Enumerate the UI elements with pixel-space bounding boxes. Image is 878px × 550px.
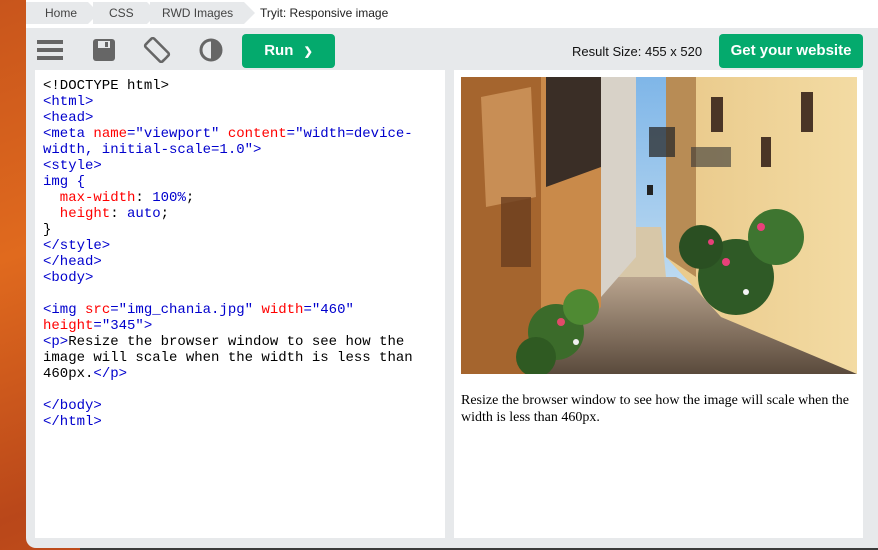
code-token: ; [160,206,170,222]
breadcrumb-css[interactable]: CSS [93,2,158,24]
code-token: : [110,206,128,222]
code-editor[interactable]: <!DOCTYPE html> <html> <head> <meta name… [35,70,445,538]
code-token: > [143,318,153,334]
code-line: </style> [43,238,111,254]
run-label: Run [264,42,294,59]
code-token: ="460" [303,302,354,318]
code-token: src [76,302,111,318]
code-token: <img [43,302,77,318]
breadcrumb-rwd-label: RWD Images [162,6,234,20]
code-token: > [253,142,262,158]
code-token: height [43,318,94,334]
run-button[interactable]: Run ❯ [242,34,335,68]
code-token: Resize the browser window to see how the [68,334,405,350]
code-token: : [135,190,153,206]
code-token: ="345" [93,318,144,334]
code-token: width [253,302,304,318]
rotate-icon[interactable] [143,36,171,64]
breadcrumb-current: Tryit: Responsive image [250,2,388,24]
code-token: ="viewport" [127,126,220,142]
code-token: ="img_chania.jpg" [110,302,254,318]
code-token: <meta [43,126,86,142]
code-text[interactable]: <!DOCTYPE html> <html> <head> <meta name… [43,78,439,430]
code-line: </body> [43,398,102,414]
tryit-window: Home CSS RWD Images Tryit: Responsive im… [26,0,878,548]
code-token: width, initial-scale=1.0" [43,142,254,158]
breadcrumb-css-label: CSS [109,6,134,20]
code-token: auto [127,206,161,222]
code-token: </p> [93,366,128,382]
breadcrumb: Home CSS RWD Images Tryit: Responsive im… [26,0,878,28]
code-line: </head> [43,254,102,270]
save-icon[interactable] [90,37,118,63]
breadcrumb-home-label: Home [45,6,78,20]
code-line: </html> [43,414,102,430]
breadcrumb-rwd-images[interactable]: RWD Images [150,2,255,24]
code-line: <style> [43,158,102,174]
code-line: <body> [43,270,94,286]
result-panel: Resize the browser window to see how the… [454,70,863,538]
code-line: } [43,222,52,238]
code-token: ; [185,190,195,206]
code-token: ="width=device- [286,126,413,142]
chevron-right-icon: ❯ [303,46,313,58]
code-line: <head> [43,110,94,126]
get-website-button[interactable]: Get your website [719,34,863,68]
result-size-label: Result Size: 455 x 520 [572,44,703,59]
code-line: <html> [43,94,94,110]
breadcrumb-current-label: Tryit: Responsive image [260,6,389,20]
breadcrumb-home[interactable]: Home [26,2,99,24]
code-token: height [43,206,111,222]
code-line: img { [43,174,86,190]
code-token: 460px. [43,366,94,382]
code-token: content [219,126,287,142]
toolbar: Run ❯ Result Size: 455 x 520 Get your we… [26,28,878,72]
code-line: <!DOCTYPE html> [43,78,170,94]
code-token: 100% [152,190,186,206]
code-token: max-width [43,190,136,206]
menu-icon[interactable] [36,37,64,63]
code-token: name [85,126,128,142]
code-token: <p> [43,334,69,350]
chania-street-image [461,77,857,374]
contrast-icon[interactable] [197,37,225,63]
code-line: image will scale when the width is less … [43,350,413,366]
result-paragraph: Resize the browser window to see how the… [461,393,850,425]
